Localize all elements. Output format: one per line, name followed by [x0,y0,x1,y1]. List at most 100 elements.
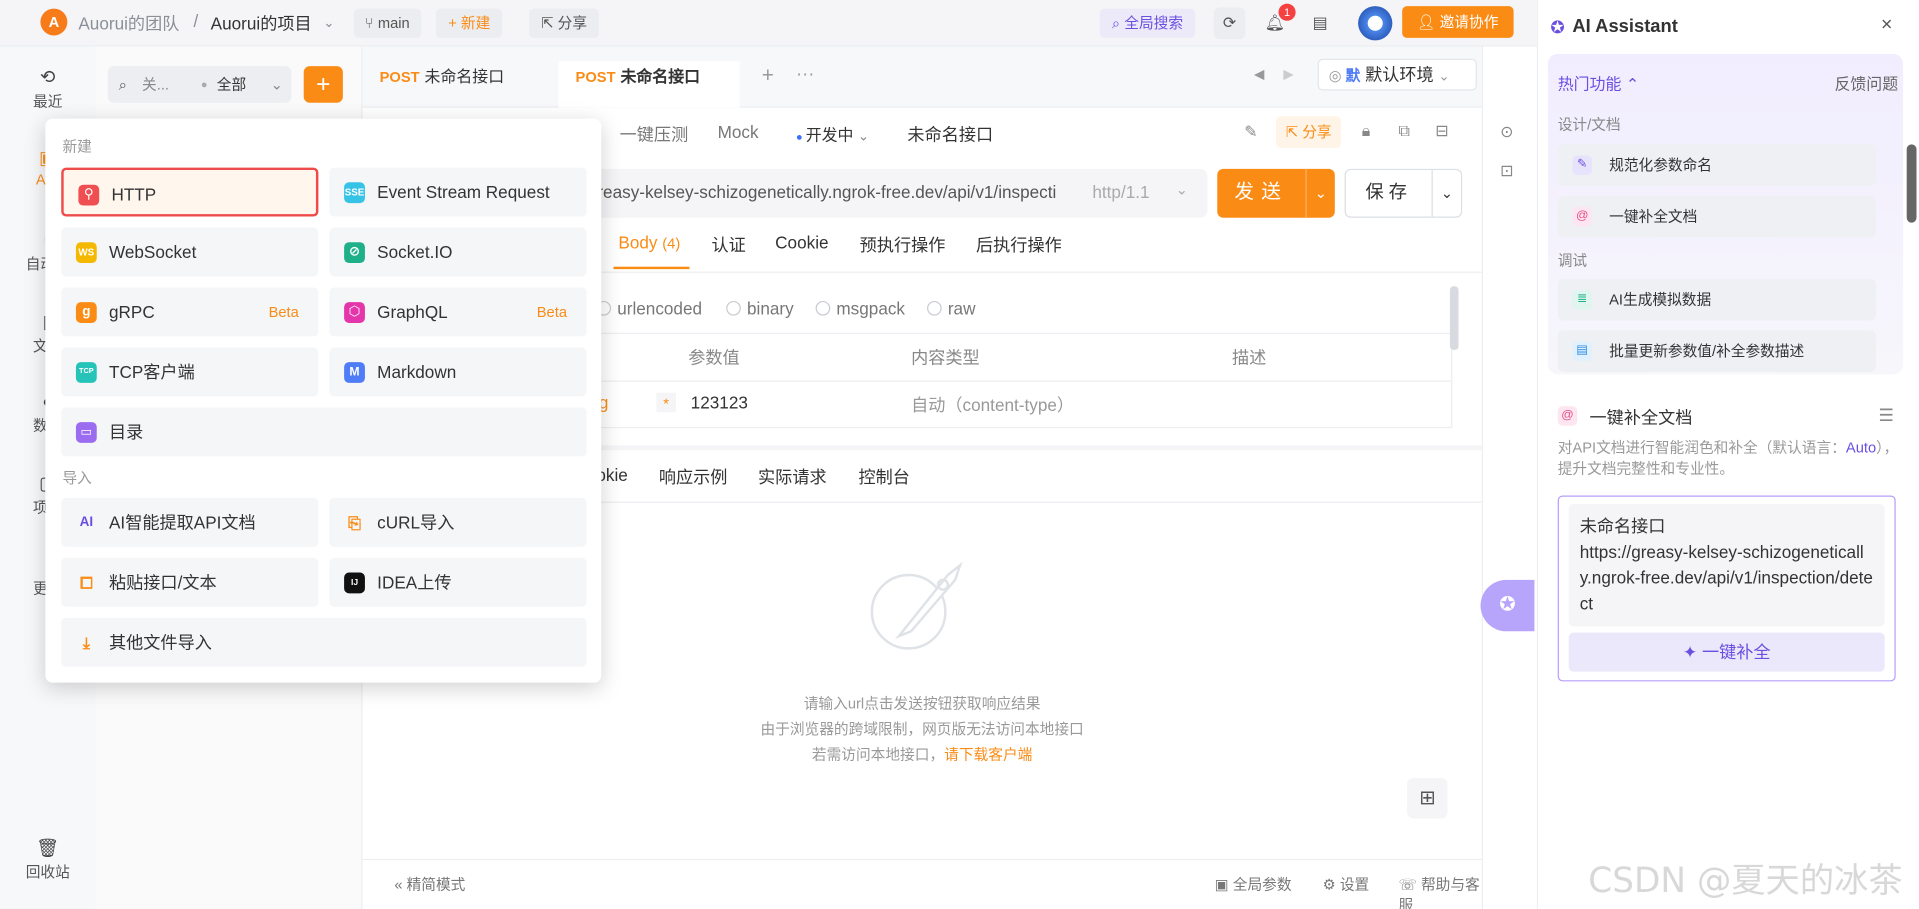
settings-button[interactable]: ⚙ 设置 [1323,874,1370,895]
body-type-binary[interactable]: binary [726,299,794,318]
new-button[interactable]: + 新建 [435,8,503,38]
menu-item-markdown[interactable]: M Markdown [329,347,587,397]
search-box[interactable]: ⌕ 关... ● 全部 ⌄ [107,66,292,103]
menu-item-ai-extract[interactable]: AI AI智能提取API文档 [61,497,319,547]
feature-param-naming[interactable]: ✎ 规范化参数命名 [1557,144,1877,186]
global-search-label: 全局搜索 [1124,14,1184,32]
status-select[interactable]: ● 开发中 ⌄ [796,122,869,145]
tab-console[interactable]: 控制台 [858,465,909,489]
tab-post-script[interactable]: 后执行操作 [976,232,1062,256]
help-icon: ☏ [1398,875,1421,894]
save-button[interactable]: 保存 ⌄ [1344,168,1463,218]
menu-item-grpc[interactable]: g gRPC Beta [61,287,319,337]
mock-tab[interactable]: Mock [718,122,759,142]
close-icon[interactable]: × [1881,15,1892,37]
menu-item-label: Markdown [377,362,457,382]
body-type-msgpack[interactable]: msgpack [815,299,905,318]
help-button[interactable]: ☏ 帮助与客服 [1398,874,1481,909]
global-search-button[interactable]: ⌕ 全局搜索 [1099,8,1196,38]
archive-icon[interactable]: ⊟ [1435,121,1448,141]
copy-icon[interactable]: ⧉ [1398,121,1409,141]
url-input[interactable]: greasy-kelsey-schizogenetically.ngrok-fr… [588,182,1102,202]
more-tabs-icon[interactable]: ··· [796,64,814,85]
chevron-left-icon[interactable]: ◀ [1254,66,1264,82]
menu-item-graphql[interactable]: ⬡ GraphQL Beta [329,287,587,337]
invite-button[interactable]: 👤︎ 邀请协作 [1402,6,1514,38]
share-button[interactable]: ⇱ 分享 [529,8,600,38]
required-marker[interactable]: * [656,392,676,413]
message-icon[interactable]: ▤ [1304,7,1336,39]
filter-select[interactable]: 全部 [217,66,246,103]
nav-item-recent[interactable]: ⟲ 最近 [0,66,96,111]
download-client-link[interactable]: 请下载客户端 [944,746,1032,763]
tab-body[interactable]: Body (4) [618,232,680,252]
code-icon[interactable]: ⊡ [1500,161,1513,181]
send-button[interactable]: 发送 ⌄ [1217,168,1335,218]
active-tab-underline [613,266,690,270]
content-type-cell[interactable]: 自动（content-type） [911,393,1074,417]
sync-icon[interactable]: ⟳ [1213,7,1246,40]
menu-item-event-stream[interactable]: SSE Event Stream Request [329,167,587,217]
chevron-down-icon[interactable]: ⌄ [1305,168,1334,218]
chevron-right-icon[interactable]: ▶ [1283,66,1293,82]
one-click-complete-button[interactable]: ✦ 一键补全 [1568,632,1885,672]
menu-item-tcp[interactable]: TCP TCP客户端 [61,347,319,397]
add-tab-icon[interactable]: + [762,64,774,88]
panel-scrollbar[interactable] [1906,144,1917,223]
layout-icon[interactable]: ⊞ [1407,778,1448,819]
user-add-icon: 👤︎ [1416,13,1440,31]
tab-method: POST [379,68,420,86]
ai-assistant-icon[interactable]: ✪ [1480,579,1535,632]
body-type-raw[interactable]: raw [927,299,975,318]
tab-request-2[interactable]: POST 未命名接口 [558,61,740,108]
add-button[interactable]: + [303,66,343,103]
menu-item-label: GraphQL [377,302,448,322]
tab-response-example[interactable]: 响应示例 [659,465,728,489]
body-type-urlencoded[interactable]: urlencoded [596,299,702,318]
environment-select[interactable]: ◎ 默 默认环境 ⌄ [1317,58,1477,91]
tab-auth[interactable]: 认证 [711,232,745,256]
feature-batch-update[interactable]: ▤ 批量更新参数值/补全参数描述 [1557,330,1877,372]
lock-icon[interactable]: 🔒︎ [1362,121,1370,141]
chevron-down-icon[interactable]: ⌄ [323,15,334,31]
share-api-button[interactable]: ⇱ 分享 [1276,116,1342,149]
beta-badge: Beta [536,303,567,321]
tab-actual-request[interactable]: 实际请求 [758,465,827,489]
breadcrumb-project[interactable]: Auorui的项目 [211,11,312,35]
feature-complete-doc[interactable]: @ 一键补全文档 [1557,195,1877,238]
protocol-select[interactable]: http/1.1 [1092,182,1149,202]
tab-pre-script[interactable]: 预执行操作 [860,232,946,256]
breadcrumb-team[interactable]: Auorui的团队 [78,11,179,35]
menu-item-idea[interactable]: IJ IDEA上传 [329,557,587,607]
nav-item-trash[interactable]: 🗑︎ 回收站 [0,837,96,882]
settings-sliders-icon[interactable]: ☰ [1879,405,1894,426]
tab-request-1[interactable]: POST 未命名接口 [362,61,521,107]
scrollbar[interactable] [1449,286,1459,350]
menu-item-folder[interactable]: ▭ 目录 [61,407,587,457]
menu-item-websocket[interactable]: WS WebSocket [61,227,319,277]
status-label: 开发中 [805,126,854,145]
doc-check-icon[interactable]: ⊙ [1500,122,1513,142]
feature-mock-data[interactable]: ≣ AI生成模拟数据 [1557,278,1877,321]
hot-features-toggle[interactable]: 热门功能 ⌃ [1558,71,1639,94]
compact-mode-toggle[interactable]: « 精简模式 [394,874,465,895]
menu-item-label: WebSocket [108,242,197,262]
feedback-link[interactable]: 反馈问题 [1834,71,1898,94]
socketio-icon: ⊘ [344,242,365,264]
search-input[interactable]: 关... [142,66,169,103]
branch-selector[interactable]: ⑂ main [353,8,421,38]
menu-item-curl[interactable]: ⎘ cURL导入 [329,497,587,547]
language-link[interactable]: Auto [1846,439,1876,456]
menu-item-socketio[interactable]: ⊘ Socket.IO [329,227,587,277]
menu-item-other-import[interactable]: ⤓ 其他文件导入 [61,617,587,667]
global-params-button[interactable]: ▣ 全局参数 [1215,874,1292,895]
param-value-cell[interactable]: 123123 [691,393,748,413]
menu-item-paste[interactable]: ⧠ 粘贴接口/文本 [61,557,319,607]
avatar[interactable] [1358,6,1393,41]
tab-cookie[interactable]: Cookie [775,232,828,252]
stress-test-tab[interactable]: 一键压测 [620,122,689,146]
edit-icon[interactable]: ✎ [1244,122,1257,142]
menu-item-http[interactable]: ⚲ HTTP [61,167,319,217]
api-name-field[interactable]: 未命名接口 [907,122,993,146]
chevron-down-icon[interactable]: ⌄ [1431,170,1461,217]
